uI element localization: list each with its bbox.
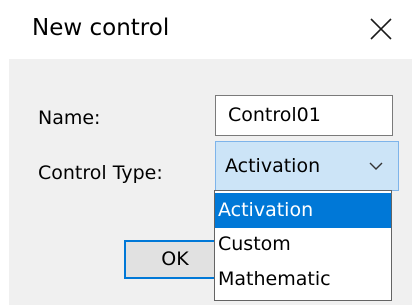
title-bar: New control (0, 0, 412, 58)
name-input[interactable]: Control01 (215, 95, 393, 136)
control-type-value: Activation (225, 155, 321, 177)
control-type-dropdown-list: Activation Custom Mathematic (214, 190, 392, 301)
control-type-label: Control Type: (38, 162, 163, 184)
close-icon (370, 18, 392, 40)
control-type-select[interactable]: Activation (215, 141, 399, 191)
close-button[interactable] (366, 14, 396, 44)
window-title: New control (32, 15, 170, 41)
dropdown-option-custom[interactable]: Custom (215, 227, 391, 262)
dropdown-option-mathematic[interactable]: Mathematic (215, 262, 391, 297)
dropdown-option-activation[interactable]: Activation (215, 193, 391, 228)
ok-button[interactable]: OK (124, 240, 226, 279)
chevron-down-icon (368, 160, 384, 172)
name-label: Name: (38, 107, 101, 129)
